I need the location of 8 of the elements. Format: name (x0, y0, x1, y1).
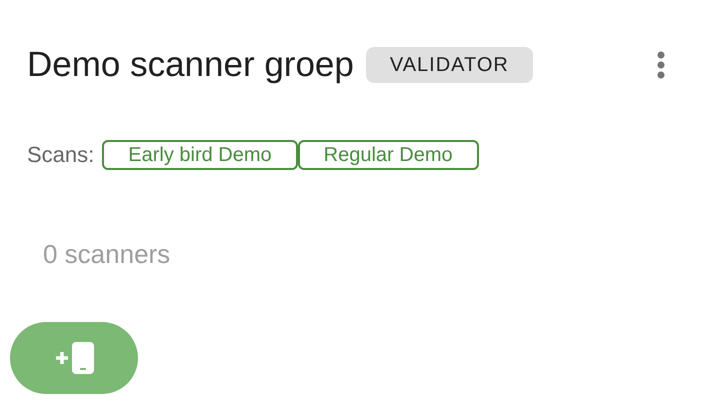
scan-chip[interactable]: Early bird Demo (102, 140, 298, 170)
add-phone-icon (54, 341, 94, 375)
role-badge: VALIDATOR (366, 47, 533, 83)
scanner-count: 0 scanners (43, 238, 172, 271)
menu-icon (656, 51, 666, 79)
group-title: Demo scanner groep (27, 44, 354, 86)
scan-chip[interactable]: Regular Demo (298, 140, 479, 170)
scans-label: Scans: (27, 141, 94, 169)
